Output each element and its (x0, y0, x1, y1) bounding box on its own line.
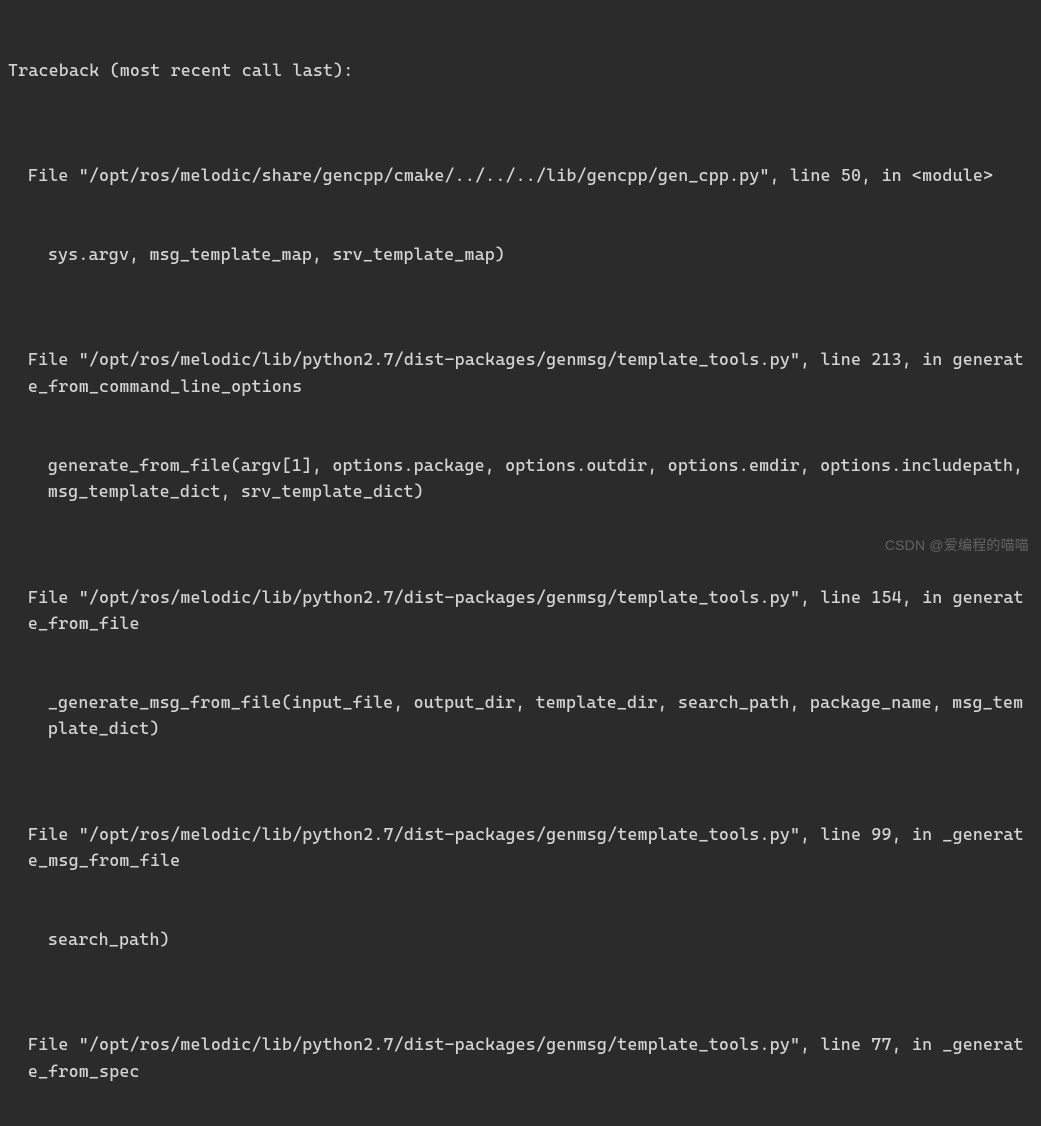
terminal-output: Traceback (most recent call last): File … (8, 4, 1033, 1126)
traceback-frame-file: File "/opt/ros/melodic/lib/python2.7/dis… (8, 584, 1033, 637)
traceback-header: Traceback (most recent call last): (8, 57, 1033, 83)
traceback-frame-code: generate_from_file(argv[1], options.pack… (8, 452, 1033, 505)
traceback-frame-file: File "/opt/ros/melodic/share/gencpp/cmak… (8, 162, 1033, 188)
traceback-frame-code: search_path) (8, 926, 1033, 952)
traceback-frame-code: _generate_msg_from_file(input_file, outp… (8, 689, 1033, 742)
traceback-frame-code: sys.argv, msg_template_map, srv_template… (8, 241, 1033, 267)
traceback-frame-file: File "/opt/ros/melodic/lib/python2.7/dis… (8, 1031, 1033, 1084)
traceback-frame-file: File "/opt/ros/melodic/lib/python2.7/dis… (8, 821, 1033, 874)
traceback-frame-file: File "/opt/ros/melodic/lib/python2.7/dis… (8, 346, 1033, 399)
